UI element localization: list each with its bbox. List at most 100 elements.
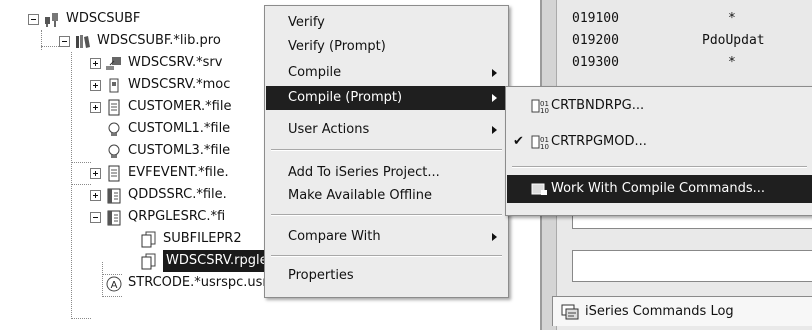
tree-connector <box>102 262 103 295</box>
context-menu[interactable]: Verify Verify (Prompt) Compile Compile (… <box>264 5 509 298</box>
tree-item-label: CUSTOML3.*file <box>128 143 231 158</box>
member-icon <box>141 231 156 247</box>
source-file-icon <box>107 188 121 203</box>
compile-command-icon: 0110 <box>531 135 549 150</box>
collapse-toggle[interactable] <box>59 35 70 47</box>
logical-file-icon <box>108 144 120 158</box>
menu-separator <box>271 214 502 216</box>
svg-text:A: A <box>111 280 118 291</box>
source-sequence-number: 019200 <box>572 33 619 48</box>
submenu-item-label: Work With Compile Commands... <box>551 181 765 196</box>
menu-item-label: User Actions <box>288 122 370 137</box>
tree-item-member[interactable]: WDSCSRV.rpgle <box>140 250 271 272</box>
menu-item-label: Compare With <box>288 229 381 244</box>
tree-item-module[interactable]: WDSCSRV.*moc <box>90 74 230 96</box>
menu-item-compare-with[interactable]: Compare With <box>266 225 507 249</box>
menu-item-verify[interactable]: Verify <box>266 11 507 35</box>
connection-icon <box>45 12 58 27</box>
menu-item-label: Verify <box>288 15 325 30</box>
expand-toggle[interactable] <box>90 189 101 201</box>
svg-text:10: 10 <box>540 143 549 150</box>
tree-connector <box>71 52 72 319</box>
submenu-item-label: CRTBNDRPG... <box>551 98 645 113</box>
menu-item-user-actions[interactable]: User Actions <box>266 118 507 142</box>
tree-connector <box>71 162 91 163</box>
tree-item-label: STRCODE.*usrspc.usrdft <box>128 275 286 290</box>
submenu-arrow-icon <box>492 94 497 102</box>
menu-item-label: Add To iSeries Project... <box>288 165 440 180</box>
tree-item-service-program[interactable]: WDSCSRV.*srv <box>90 52 222 74</box>
tree-item-logical-file[interactable]: CUSTOML3.*file <box>105 140 230 162</box>
source-sequence-number: 019100 <box>572 11 619 26</box>
submenu-arrow-icon <box>492 126 497 134</box>
member-icon <box>141 253 156 269</box>
module-icon <box>109 78 119 92</box>
tree-item-library[interactable]: WDSCSUBF.*lib.pro <box>59 30 221 52</box>
tree-item-label: QDDSSRC.*file. <box>128 187 227 202</box>
source-line-text: * <box>728 55 736 70</box>
source-line-text: * <box>728 11 736 26</box>
submenu-item-crtrpgmod[interactable]: ✔ 01 10 CRTRPGMOD... <box>507 129 812 155</box>
submenu-item-work-with-compile-commands[interactable]: Work With Compile Commands... <box>507 175 812 203</box>
logical-file-icon <box>108 122 120 136</box>
menu-item-compile-prompt[interactable]: Compile (Prompt) <box>266 86 507 110</box>
menu-separator <box>271 255 502 257</box>
commands-log-icon <box>561 304 579 319</box>
menu-item-compile[interactable]: Compile <box>266 61 507 85</box>
tab-commands-log[interactable]: iSeries Commands Log <box>552 296 812 326</box>
tree-item-source-file[interactable]: QDDSSRC.*file. <box>90 184 227 206</box>
tree-item-logical-file[interactable]: CUSTOML1.*file <box>105 118 230 140</box>
tree-connector <box>102 296 122 297</box>
tree-item-source-file[interactable]: QRPGLESRC.*fi <box>90 206 225 228</box>
file-icon <box>108 99 120 115</box>
menu-item-label: Compile <box>288 65 342 80</box>
tree-connector <box>41 30 42 50</box>
submenu-item-crtbndrpg[interactable]: 01 10 CRTBNDRPG... <box>507 93 812 119</box>
checkmark-icon: ✔ <box>513 134 524 149</box>
expand-toggle[interactable] <box>90 101 101 113</box>
tree-item-user-space[interactable]: A STRCODE.*usrspc.usrdft <box>105 272 285 294</box>
svg-text:10: 10 <box>540 107 549 114</box>
menu-item-verify-prompt[interactable]: Verify (Prompt) <box>266 35 507 59</box>
tree-connector <box>41 46 61 47</box>
tree-item-connection[interactable]: WDSCSUBF <box>28 8 140 30</box>
menu-item-label: Verify (Prompt) <box>288 39 386 54</box>
tree-connector <box>71 184 91 185</box>
tree-item-label: QRPGLESRC.*fi <box>128 209 226 224</box>
menu-item-label: Properties <box>288 268 354 283</box>
source-sequence-number: 019300 <box>572 55 619 70</box>
tree-item-file[interactable]: CUSTOMER.*file <box>90 96 231 118</box>
menu-item-make-available-offline[interactable]: Make Available Offline <box>266 184 507 208</box>
tree-item-member[interactable]: SUBFILEPR2 <box>140 228 242 250</box>
text-area[interactable] <box>572 250 812 282</box>
tree-item-label: WDSCSUBF <box>66 11 141 26</box>
tree-item-label: WDSCSRV.*moc <box>128 77 231 92</box>
tree-item-label: EVFEVENT.*file. <box>128 165 229 180</box>
source-line-text: PdoUpdat <box>702 33 765 48</box>
expand-toggle[interactable] <box>90 57 101 69</box>
tree-item-file[interactable]: EVFEVENT.*file. <box>90 162 229 184</box>
collapse-toggle[interactable] <box>28 13 39 25</box>
compile-command-icon: 0110 <box>531 99 549 114</box>
menu-separator <box>271 149 502 151</box>
tree-connector <box>71 318 91 319</box>
menu-separator <box>512 166 807 168</box>
menu-item-add-to-project[interactable]: Add To iSeries Project... <box>266 161 507 185</box>
tree-item-label: WDSCSRV.*srv <box>128 55 223 70</box>
menu-item-label: Compile (Prompt) <box>288 90 403 105</box>
tree-item-label: WDSCSUBF.*lib.pro <box>97 33 221 48</box>
submenu-arrow-icon <box>492 69 497 77</box>
expand-toggle[interactable] <box>90 79 101 91</box>
menu-item-properties[interactable]: Properties <box>266 264 507 288</box>
expand-toggle[interactable] <box>90 167 101 179</box>
menu-item-label: Make Available Offline <box>288 188 433 203</box>
file-icon <box>108 165 120 181</box>
tree-item-label: SUBFILEPR2 <box>163 231 242 246</box>
user-space-icon: A <box>106 276 122 291</box>
collapse-toggle[interactable] <box>90 211 101 223</box>
submenu-arrow-icon <box>492 233 497 241</box>
tree-item-label: WDSCSRV.rpgle <box>163 250 271 272</box>
source-file-icon <box>107 210 121 225</box>
service-program-icon <box>106 56 121 70</box>
compile-prompt-submenu[interactable]: 01 10 CRTBNDRPG... ✔ 01 10 CRTRPGMOD... Wo… <box>505 86 812 216</box>
